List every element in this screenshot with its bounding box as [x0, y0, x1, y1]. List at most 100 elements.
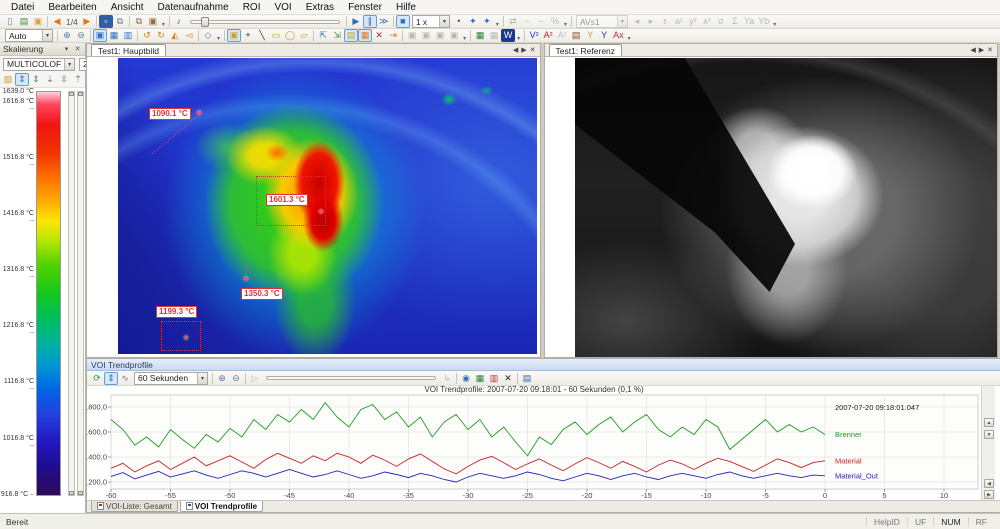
play-icon[interactable]: ▶ — [349, 15, 363, 28]
stop-icon[interactable]: ■ — [396, 15, 410, 28]
prev-frame-icon[interactable]: ◀ — [50, 15, 64, 28]
trend-interval-combo[interactable]: 60 Sekunden▾ — [134, 372, 208, 385]
tab-voi-trendprofile[interactable]: VOI Trendprofile — [180, 501, 263, 512]
toolbar-overflow-icon[interactable]: ▾ — [626, 35, 633, 42]
panel-close-icon[interactable]: ✕ — [73, 45, 82, 53]
scroll-up-icon[interactable]: ▲ — [984, 418, 994, 427]
marker-up-icon[interactable]: ✦ — [466, 15, 480, 28]
menu-voi[interactable]: VOI — [267, 1, 298, 14]
scaling-mode-combo[interactable]: Auto▾ — [5, 29, 53, 42]
toolbar-overflow-icon[interactable]: ▾ — [494, 21, 501, 28]
temperature-label[interactable]: 1199.3 °C — [156, 306, 197, 318]
tab-scroll-right-icon[interactable]: ▶ — [979, 46, 984, 54]
speaker-icon[interactable]: ♪ — [172, 15, 186, 28]
measurement-roi[interactable] — [161, 321, 201, 351]
menu-fenster[interactable]: Fenster — [341, 1, 389, 14]
menu-datenaufnahme[interactable]: Datenaufnahme — [151, 1, 236, 14]
menu-datei[interactable]: Datei — [4, 1, 41, 14]
menu-hilfe[interactable]: Hilfe — [389, 1, 423, 14]
record-dot-icon[interactable]: • — [452, 15, 466, 28]
tab-hauptbild[interactable]: Test1: Hauptbild — [91, 44, 166, 56]
new-report-icon[interactable]: ▤ — [17, 15, 31, 28]
trend-refresh-icon[interactable]: ⟳ — [90, 372, 104, 385]
palette-icon[interactable]: ▨ — [1, 73, 15, 86]
slider-thumb[interactable] — [201, 17, 209, 27]
trend-chart-svg[interactable]: -60-55-50-45-40-35-30-25-20-15-10-505101… — [87, 386, 981, 500]
auto-scale-icon[interactable]: ⇕ — [15, 73, 29, 86]
chevron-down-icon[interactable]: ▾ — [439, 16, 449, 27]
copy-icon[interactable]: ⧉ — [113, 15, 127, 28]
image-save-icon[interactable]: ▣ — [146, 15, 160, 28]
scale-range-slider-upper[interactable] — [68, 91, 75, 496]
menu-ansicht[interactable]: Ansicht — [104, 1, 151, 14]
scale-range-slider-lower[interactable] — [77, 91, 84, 496]
menu-roi[interactable]: ROI — [236, 1, 268, 14]
voi-values-icon[interactable]: V² — [527, 29, 541, 42]
trend-profile-icon[interactable]: ∿ — [118, 372, 132, 385]
fast-forward-icon[interactable]: ≫ — [377, 15, 391, 28]
toolbar-overflow-icon[interactable]: ▾ — [771, 21, 778, 28]
chevron-down-icon[interactable]: ▾ — [42, 30, 52, 41]
fullscreen-icon[interactable]: ▥ — [121, 29, 135, 42]
tab-referenz[interactable]: Test1: Referenz — [549, 44, 623, 56]
roi-ellipse-icon[interactable]: ◯ — [283, 29, 297, 42]
panel-pin-icon[interactable]: ▾ — [62, 45, 71, 53]
roi-select-icon[interactable]: ▣ — [227, 29, 241, 42]
trend-clear-icon[interactable]: ✕ — [501, 372, 515, 385]
trend-scrollbar[interactable]: ▲ ▼ ◀ ▶ — [981, 386, 995, 500]
roi-point-icon[interactable]: + — [241, 29, 255, 42]
zoom-100-icon[interactable]: ▦ — [107, 29, 121, 42]
tab-scroll-left-icon[interactable]: ◀ — [970, 46, 975, 54]
trend-zoom-in-icon[interactable]: ⊕ — [215, 372, 229, 385]
scroll-left-icon[interactable]: ◀ — [984, 479, 994, 488]
toolbar-overflow-icon[interactable]: ▾ — [160, 21, 167, 28]
chevron-down-icon[interactable]: ▾ — [64, 59, 74, 70]
reference-image[interactable] — [575, 58, 998, 357]
marker-down-icon[interactable]: ✦ — [480, 15, 494, 28]
voi-show-a-icon[interactable]: Y — [583, 29, 597, 42]
trend-print-icon[interactable]: ▤ — [520, 372, 534, 385]
scale-max-icon[interactable]: ⇡ — [71, 73, 85, 86]
trend-chart-settings-icon[interactable]: ▥ — [487, 372, 501, 385]
scale-span-icon[interactable]: ⇳ — [57, 73, 71, 86]
scroll-right-icon[interactable]: ▶ — [984, 490, 994, 499]
save-icon[interactable]: ▫ — [99, 15, 113, 28]
slider-track[interactable] — [266, 376, 436, 380]
rotate-cw-icon[interactable]: ↻ — [154, 29, 168, 42]
pause-icon[interactable]: ∥ — [363, 15, 377, 28]
new-file-icon[interactable]: ▯ — [3, 15, 17, 28]
roi-move-icon[interactable]: ⇱ — [316, 29, 330, 42]
roi-edit-icon[interactable]: ▦ — [358, 29, 372, 42]
scale-min-icon[interactable]: ⇣ — [43, 73, 57, 86]
zoom-out-icon[interactable]: ⊖ — [74, 29, 88, 42]
chevron-down-icon[interactable]: ▾ — [197, 373, 207, 384]
speed-combo[interactable]: 1 x▾ — [412, 15, 450, 28]
voi-properties-icon[interactable]: ▤ — [569, 29, 583, 42]
roi-line-icon[interactable]: ╲ — [255, 29, 269, 42]
toolbar-overflow-icon[interactable]: ▾ — [562, 21, 569, 28]
close-pane-icon[interactable]: ✕ — [530, 46, 536, 54]
toolbar-overflow-icon[interactable]: ▾ — [461, 35, 468, 42]
thermal-image[interactable]: +1090.1 °C+1601.3 °C+1350.3 °C+1199.3 °C — [118, 58, 537, 354]
trend-visibility-icon[interactable]: ◉ — [459, 372, 473, 385]
rotate-ccw-icon[interactable]: ↺ — [140, 29, 154, 42]
measurement-cross-icon[interactable]: + — [243, 274, 249, 285]
measurement-cross-icon[interactable]: + — [183, 333, 189, 344]
temperature-label[interactable]: 1350.3 °C — [241, 288, 283, 300]
manual-scale-icon[interactable]: ⇕ — [29, 73, 43, 86]
slider-track[interactable] — [190, 20, 340, 24]
area-values-icon[interactable]: A² — [541, 29, 555, 42]
menu-bearbeiten[interactable]: Bearbeiten — [41, 1, 103, 14]
voi-remove-icon[interactable]: Ax — [611, 29, 626, 42]
roi-delete-icon[interactable]: ✕ — [372, 29, 386, 42]
close-pane-icon[interactable]: ✕ — [987, 46, 993, 54]
roi-import-icon[interactable]: ⇥ — [386, 29, 400, 42]
measurement-cross-icon[interactable]: + — [196, 108, 202, 119]
open-folder-icon[interactable]: ▣ — [31, 15, 45, 28]
roi-properties-icon[interactable]: ▤ — [344, 29, 358, 42]
image-copy-icon[interactable]: ⧉ — [132, 15, 146, 28]
trend-zoom-out-icon[interactable]: ⊖ — [229, 372, 243, 385]
tab-scroll-right-icon[interactable]: ▶ — [521, 46, 526, 54]
zoom-fit-icon[interactable]: ▣ — [93, 29, 107, 42]
measurement-cross-icon[interactable]: + — [318, 207, 324, 218]
